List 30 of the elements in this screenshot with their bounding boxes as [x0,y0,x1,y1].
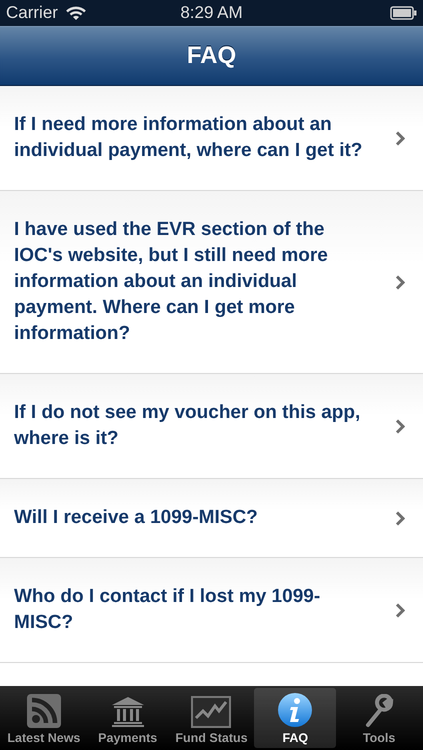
faq-row[interactable]: Will I receive a 1099-MISC? [0,479,423,558]
question-text: Will I receive a 1099-MISC? [14,506,259,530]
tab-item[interactable]: Fund Status [170,688,252,748]
chevron-icon [395,418,405,434]
tab-item[interactable]: Latest News [3,688,85,748]
chevron-icon [395,510,405,526]
tab-item[interactable]: FAQ [254,688,336,748]
question-text: If I need more information about an individual payment, where can I get it? [14,113,364,163]
faq-row[interactable]: If I do not see my voucher on this app, where is it? [0,374,423,479]
tab-item[interactable]: Payments [86,688,169,748]
wrench-icon [364,694,394,728]
faq-row[interactable]: If I need more information about an individual payment, where can I get it? [0,86,423,191]
tab-item[interactable]: Tools [338,688,420,748]
rss-icon [26,694,61,728]
status-time: 8:29 AM [180,3,243,23]
question-text: Who do I contact if I lost my 1099-MISC? [14,585,322,635]
info-icon [277,692,314,728]
chevron-icon [395,274,405,290]
question-text: If I do not see my voucher on this app, where is it? [14,401,362,451]
faq-row[interactable]: I have used the EVR section of the IOC's website, but I still need more information about an individual payment. Where can I get more information? [0,191,423,374]
carrier-name: Carrier [6,3,58,23]
bank-icon [110,696,145,728]
chevron-icon [395,602,405,618]
chevron-icon [395,130,405,146]
wifi-icon [66,6,86,20]
question-text: I have used the EVR section of the IOC's website, but I still need more information about an individual payment. Where can I get more information? [14,218,329,346]
nav-title: FAQ [186,42,236,70]
line-chart-icon [191,696,232,728]
faq-row[interactable]: Who do I contact if I lost my 1099-MISC? [0,558,423,663]
battery-icon [390,6,417,20]
